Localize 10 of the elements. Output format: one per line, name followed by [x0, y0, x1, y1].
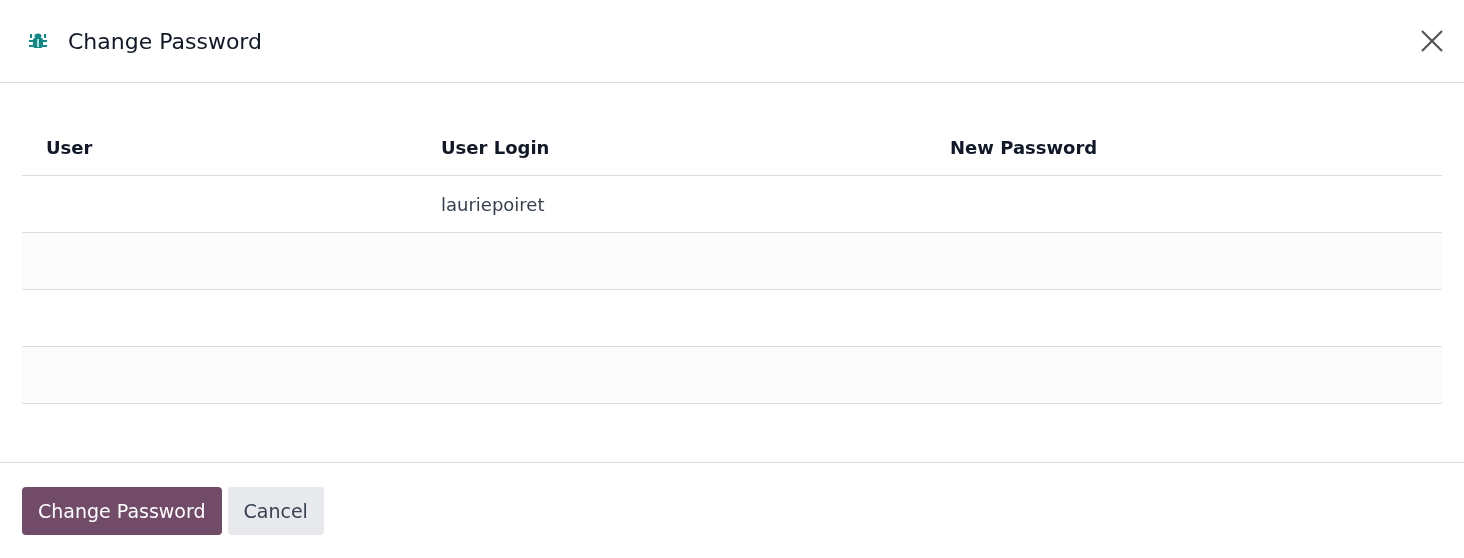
- bug-icon: [28, 31, 48, 51]
- cancel-button[interactable]: Cancel: [227, 486, 324, 535]
- column-header[interactable]: User Login: [417, 120, 926, 176]
- table-cell: lauriepoiret: [417, 175, 926, 233]
- column-header[interactable]: User: [22, 120, 417, 176]
- dialog-title: Change Password: [68, 28, 263, 54]
- change-password-button[interactable]: Change Password: [22, 486, 222, 535]
- close-button[interactable]: [1420, 29, 1444, 53]
- column-header[interactable]: New Password: [926, 120, 1442, 176]
- close-icon: [1420, 29, 1444, 53]
